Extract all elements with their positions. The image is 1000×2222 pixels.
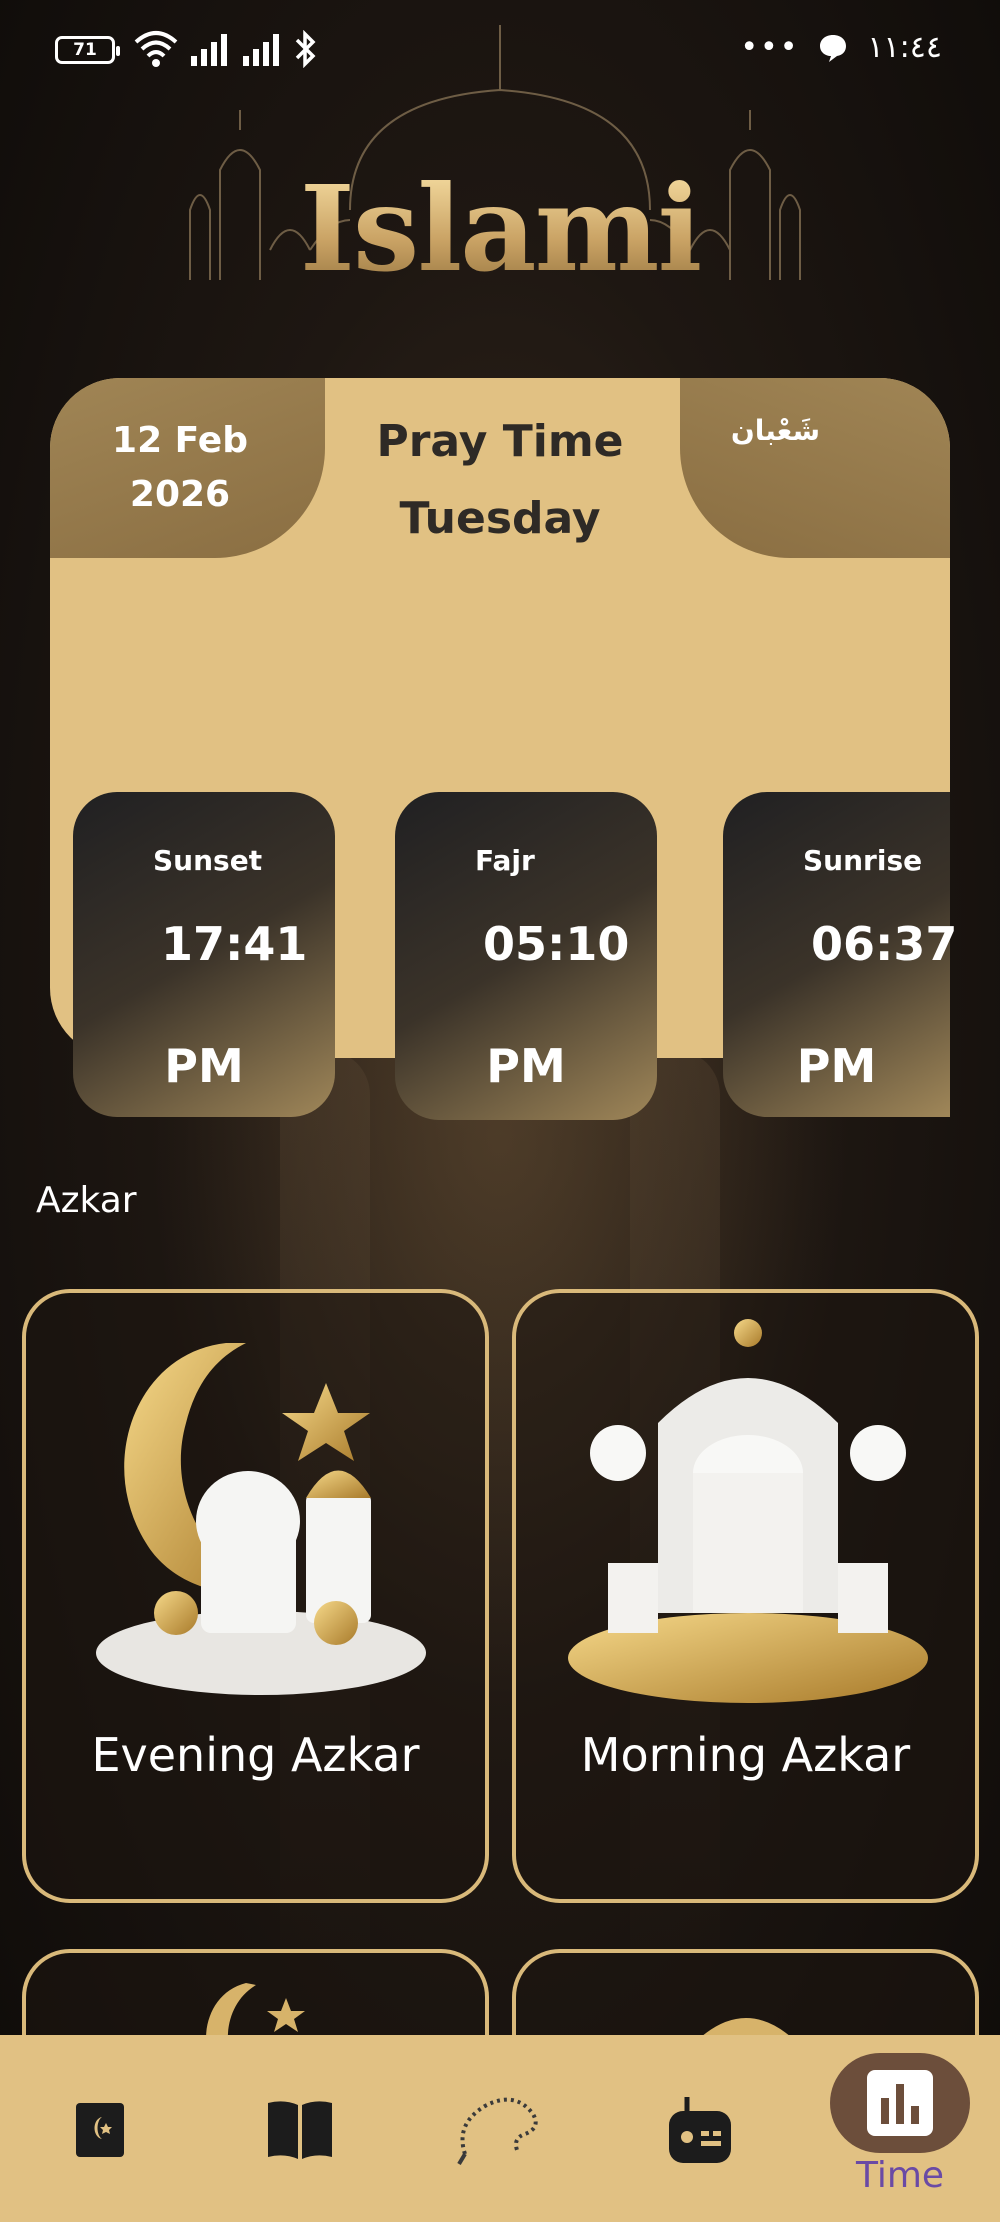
sebha-icon xyxy=(457,2097,538,2166)
prayer-period: PM xyxy=(164,1039,244,1093)
prayer-name: Sunset xyxy=(153,844,263,877)
crescent-mosque-icon xyxy=(96,1343,426,1695)
battery-level: 71 xyxy=(73,40,97,60)
prayer-time-item[interactable]: Fajr 05:10 PM xyxy=(395,792,657,1120)
gregorian-date: 12 Feb 2026 xyxy=(112,420,248,515)
status-clock: ١١:٤٤ xyxy=(867,30,942,65)
azkar-card-label: Morning Azkar xyxy=(580,1728,911,1782)
nav-sebha[interactable] xyxy=(455,2085,545,2175)
quran-icon xyxy=(76,2103,124,2157)
nav-active-label: Time xyxy=(855,2155,945,2196)
hadith-icon xyxy=(268,2101,332,2159)
battery-icon: 71 xyxy=(55,36,120,64)
nav-time[interactable] xyxy=(830,2053,970,2153)
azkar-card-label: Evening Azkar xyxy=(91,1728,420,1782)
prayer-name: Sunrise xyxy=(803,844,923,877)
evening-azkar-card[interactable]: Evening Azkar xyxy=(22,1289,489,1903)
nav-quran[interactable] xyxy=(55,2085,145,2175)
app-logo: Islami xyxy=(170,20,830,320)
nav-radio[interactable] xyxy=(655,2085,745,2175)
prayer-times-carousel[interactable]: Sunset 17:41 PM Fajr 05:10 PM Sunrise 06… xyxy=(0,792,1000,1122)
prayer-time-item[interactable]: Sunrise 06:37 PM xyxy=(723,792,958,1117)
day-name: Tuesday xyxy=(399,493,601,544)
bottom-navigation: Time xyxy=(0,2035,1000,2222)
prayer-time-value: 17:41 xyxy=(161,917,308,971)
hijri-corner xyxy=(680,378,950,558)
nav-hadith[interactable] xyxy=(255,2085,345,2175)
card-title: Pray Time xyxy=(376,416,624,467)
azkar-section-title: Azkar xyxy=(36,1180,137,1221)
logo-text: Islami xyxy=(170,170,830,288)
hijri-month: شَعْبان xyxy=(730,414,820,447)
radio-icon xyxy=(669,2097,731,2163)
time-icon xyxy=(867,2070,933,2136)
prayer-time-item[interactable]: Sunset 17:41 PM xyxy=(73,792,335,1117)
prayer-period: PM xyxy=(486,1039,566,1093)
morning-azkar-card[interactable]: Morning Azkar xyxy=(512,1289,979,1903)
prayer-name: Fajr xyxy=(475,844,535,877)
prayer-time-value: 05:10 xyxy=(483,917,630,971)
prayer-period: PM xyxy=(796,1039,877,1093)
prayer-time-value: 06:37 xyxy=(811,917,958,971)
mosque-icon xyxy=(568,1319,928,1703)
